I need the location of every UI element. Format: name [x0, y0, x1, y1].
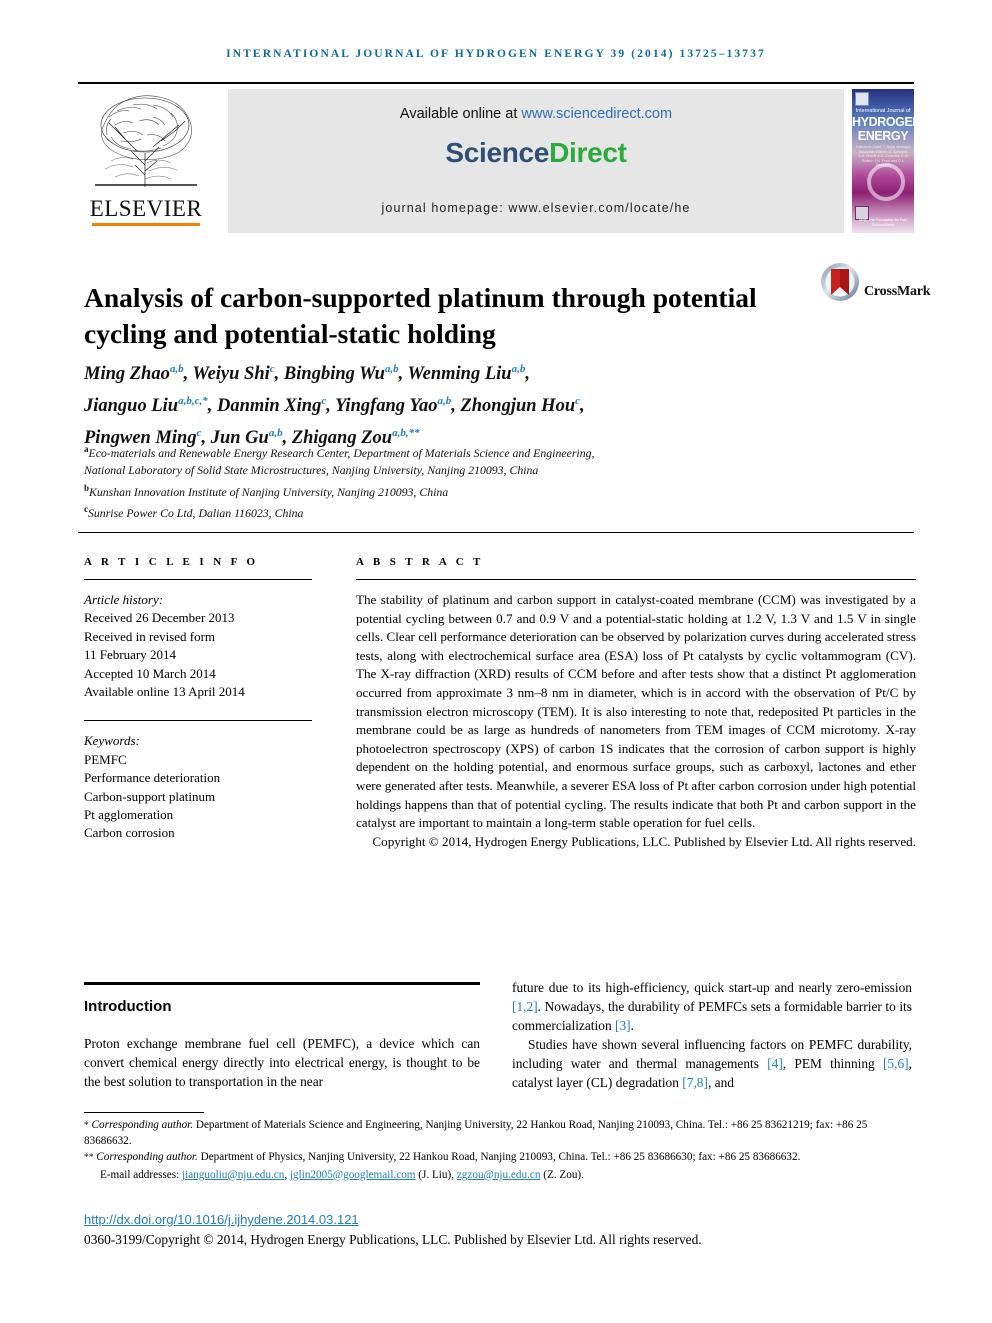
elsevier-orange-bar [92, 223, 200, 226]
abstract-copyright: Copyright © 2014, Hydrogen Energy Public… [372, 833, 916, 849]
cover-top-badge-icon [855, 92, 869, 106]
keyword-item: Pt agglomeration [84, 807, 174, 823]
cover-line-2: HYDROGEN [852, 115, 914, 129]
cover-footer-text: IAHE The Foundation for Fuel ScienceDire… [859, 218, 907, 227]
page-title: Analysis of carbon-supported platinum th… [84, 282, 757, 350]
history-item: 11 February 2014 [84, 647, 176, 663]
issn-copyright-line: 0360-3199/Copyright © 2014, Hydrogen Ene… [84, 1232, 702, 1247]
history-item: Available online 13 April 2014 [84, 684, 245, 700]
sciencedirect-wordmark: ScienceDirect [228, 137, 844, 169]
sciencedirect-link[interactable]: www.sciencedirect.com [521, 106, 672, 122]
email-link-2[interactable]: jglin2005@googlemail.com [290, 1169, 416, 1181]
elsevier-tree-icon [95, 95, 197, 187]
article-history-block: Article history: Received 26 December 20… [84, 591, 312, 701]
body-column-right: future due to its high-efficiency, quick… [512, 978, 912, 1092]
crossmark-badge[interactable]: CrossMark [820, 262, 932, 322]
journal-homepage-text[interactable]: journal homepage: www.elsevier.com/locat… [228, 201, 844, 215]
journal-cover-thumbnail: International Journal of HYDROGEN ENERGY… [852, 89, 914, 233]
cover-line-1: International Journal of [855, 108, 911, 114]
footnote-block: * Corresponding author. Department of Ma… [84, 1118, 916, 1184]
email-note-2: (Z. Zou). [543, 1168, 584, 1181]
sciencedirect-word-science: Science [445, 137, 550, 168]
doi-link[interactable]: http://dx.doi.org/10.1016/j.ijhydene.201… [84, 1212, 359, 1227]
body-column-left: Introduction Proton exchange membrane fu… [84, 990, 480, 1091]
email-link-1[interactable]: jianguoliu@nju.edu.cn [182, 1169, 284, 1181]
running-head: International Journal of Hydrogen Energy… [226, 48, 766, 60]
history-item: Received 26 December 2013 [84, 610, 235, 626]
keywords-block: Keywords: PEMFC Performance deterioratio… [84, 732, 312, 842]
footnote-emails: E-mail addresses: jianguoliu@nju.edu.cn,… [84, 1168, 916, 1183]
keyword-item: Carbon corrosion [84, 825, 175, 841]
abstract-column: A B S T R A C T The stability of platinu… [356, 556, 916, 851]
footnote-divider [84, 1112, 204, 1113]
journal-banner: ELSEVIER Available online at www.science… [78, 82, 914, 235]
keywords-divider [84, 720, 312, 722]
history-item: Received in revised form [84, 628, 216, 644]
cover-line-3: ENERGY [857, 129, 909, 143]
affiliation-list: aEco-materials and Renewable Energy Rese… [84, 444, 595, 521]
keyword-item: Carbon-support platinum [84, 788, 216, 804]
article-history-label: Article history: [84, 592, 164, 607]
article-info-heading: A R T I C L E I N F O [84, 556, 259, 568]
available-online-text: Available online at www.sciencedirect.co… [228, 106, 844, 122]
footnote-corresponding-2: ** Corresponding author. Department of P… [84, 1151, 801, 1164]
crossmark-icon [821, 263, 859, 301]
email-addresses-label: E-mail addresses: [100, 1168, 180, 1181]
intro-paragraph-right-continued: future due to its high-efficiency, quick… [512, 980, 912, 1033]
email-link-3[interactable]: zgzou@nju.edu.cn [457, 1169, 541, 1181]
keyword-item: PEMFC [84, 751, 127, 767]
intro-paragraph-2: Studies have shown several influencing f… [512, 1037, 912, 1090]
sciencedirect-word-direct: Direct [549, 137, 627, 168]
email-note-1: (J. Liu), [418, 1168, 455, 1181]
abstract-heading: A B S T R A C T [356, 556, 484, 568]
divider-above-abstract [78, 532, 914, 533]
history-item: Accepted 10 March 2014 [84, 665, 216, 681]
available-online-label: Available online at [399, 106, 518, 122]
sciencedirect-box: Available online at www.sciencedirect.co… [228, 89, 844, 233]
footnote-corresponding-1: * Corresponding author. Department of Ma… [84, 1119, 868, 1148]
intro-paragraph-left: Proton exchange membrane fuel cell (PEMF… [84, 1036, 480, 1089]
cover-ring-graphic [867, 163, 905, 201]
paper-page: International Journal of Hydrogen Energy… [0, 0, 992, 1323]
keyword-item: Performance deterioration [84, 770, 221, 786]
introduction-heading: Introduction [84, 998, 172, 1015]
elsevier-logo: ELSEVIER [78, 87, 214, 235]
abstract-text: The stability of platinum and carbon sup… [356, 592, 916, 831]
abstract-divider [356, 579, 916, 580]
divider-above-introduction [84, 982, 480, 985]
keywords-label: Keywords: [84, 733, 140, 749]
crossmark-label: CrossMark [864, 284, 931, 299]
author-list: Ming Zhaoa,b, Weiyu Shic, Bingbing Wua,b… [84, 363, 585, 449]
article-info-column: A R T I C L E I N F O Article history: R… [84, 556, 312, 843]
article-info-divider [84, 579, 312, 580]
elsevier-wordmark: ELSEVIER [89, 196, 203, 221]
